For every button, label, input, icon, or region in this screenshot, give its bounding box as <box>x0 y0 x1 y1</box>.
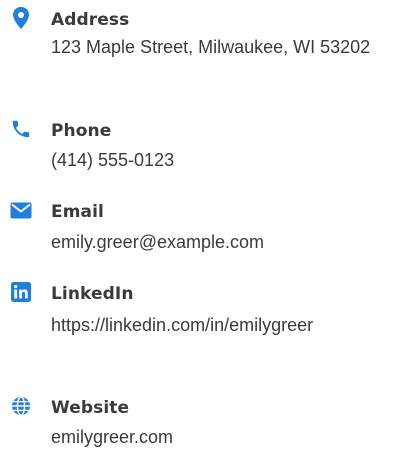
contact-label-phone: Phone <box>51 121 112 141</box>
contact-label-website: Website <box>51 398 130 418</box>
contact-value-website[interactable]: emilygreer.com <box>51 423 406 451</box>
contact-label-linkedin: LinkedIn <box>51 284 134 304</box>
linkedin-icon <box>9 280 33 304</box>
envelope-icon <box>9 198 33 222</box>
phone-icon <box>9 117 33 141</box>
contact-value-linkedin[interactable]: https://linkedin.com/in/emilygreer <box>51 311 406 339</box>
contact-value-address: 123 Maple Street, Milwaukee, WI 53202 <box>51 37 371 57</box>
contact-value-phone[interactable]: (414) 555-0123 <box>51 146 406 174</box>
contact-label-email: Email <box>51 202 104 222</box>
contact-value-email[interactable]: emily.greer@example.com <box>51 228 406 256</box>
globe-icon <box>9 394 33 418</box>
contact-label-address: Address <box>51 10 130 30</box>
location-pin-icon <box>9 6 33 30</box>
